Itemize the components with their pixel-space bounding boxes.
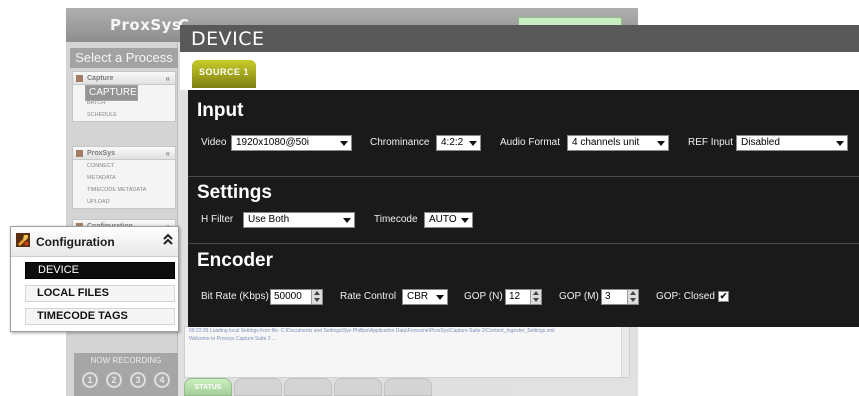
gop-n-value: 12 <box>509 291 521 302</box>
chrominance-value: 4:2:2 <box>441 137 464 148</box>
chevron-down-icon <box>343 218 351 223</box>
capture-panel: Capture CAPTURE PLAYBACK BATCH SCHEDULE <box>72 71 176 122</box>
configuration-panel: Configuration DEVICE LOCAL FILES TIMECOD… <box>10 226 179 332</box>
chevron-down-icon <box>340 141 348 146</box>
chrominance-label: Chrominance <box>370 137 430 148</box>
tab-status[interactable]: STATUS <box>184 378 232 396</box>
now-recording-label: NOW RECORDING <box>90 356 162 365</box>
tab-bottom-4[interactable] <box>334 378 382 396</box>
rate-control-value: CBR <box>407 291 429 302</box>
settings-section: Settings H Filter Use Both Timecode AUTO <box>188 176 859 243</box>
gop-closed-label: GOP: Closed <box>656 291 715 302</box>
sidebar-item-capture[interactable]: CAPTURE <box>85 85 138 101</box>
chevron-down-icon <box>469 141 477 146</box>
device-title-bar: DEVICE <box>180 25 859 52</box>
encoder-section: Encoder Bit Rate (Kbps) 50000 Rate Contr… <box>188 243 859 327</box>
config-item-local-files[interactable]: LOCAL FILES <box>25 285 175 302</box>
device-dialog: DEVICE SOURCE 1 Input Video 1920x1080@50… <box>180 25 859 327</box>
now-recording-panel: NOW RECORDING 1 2 3 4 <box>74 353 178 396</box>
input-heading: Input <box>197 100 244 121</box>
chevron-down-icon <box>836 141 844 146</box>
arrow-down-icon <box>533 298 539 302</box>
gop-n-stepper[interactable]: 12 <box>505 289 542 305</box>
h-filter-label: H Filter <box>201 214 234 225</box>
audio-format-select[interactable]: 4 channels unit <box>567 135 669 151</box>
log-scrollbar[interactable] <box>621 327 629 377</box>
select-process-title: Select a Process <box>70 48 178 68</box>
tab-source-1[interactable]: SOURCE 1 <box>192 60 256 88</box>
arrow-up-icon <box>533 291 539 295</box>
app-logo: ProxSys <box>110 16 182 34</box>
log-line: 09:22:29 Loading local Settings from fil… <box>189 328 555 334</box>
ref-input-select[interactable]: Disabled <box>736 135 848 151</box>
log-line: Welcome to Proxsys Capture Suite 2 ... <box>189 336 277 342</box>
gop-n-spin-buttons[interactable] <box>530 290 541 304</box>
config-item-timecode-tags[interactable]: TIMECODE TAGS <box>25 308 175 325</box>
collapse-icon[interactable] <box>163 233 173 248</box>
capture-panel-header[interactable]: Capture <box>73 72 175 85</box>
bit-rate-stepper[interactable]: 50000 <box>270 289 323 305</box>
chevron-down-icon <box>461 218 469 223</box>
recording-slot-1[interactable]: 1 <box>82 372 98 388</box>
sidebar-item-timecode-metadata[interactable]: TIMECODE METADATA <box>73 184 175 196</box>
config-item-device[interactable]: DEVICE <box>25 262 175 279</box>
bit-rate-value: 50000 <box>274 291 302 302</box>
status-log: 09:22:29 Loading local Settings from fil… <box>184 326 630 378</box>
arrow-up-icon <box>314 291 320 295</box>
bit-rate-label: Bit Rate (Kbps) <box>201 291 269 302</box>
tab-bottom-5[interactable] <box>384 378 432 396</box>
audio-format-value: 4 channels unit <box>572 137 640 148</box>
arrow-down-icon <box>630 298 636 302</box>
gop-m-spin-buttons[interactable] <box>627 290 638 304</box>
gop-n-label: GOP (N) <box>464 291 503 302</box>
audio-format-label: Audio Format <box>500 137 561 148</box>
screenshot-stage: ProxSys C Select a Process Capture CAPTU… <box>0 0 859 396</box>
device-title: DEVICE <box>191 28 265 50</box>
video-value: 1920x1080@50i <box>236 137 309 148</box>
sidebar-item-upload[interactable]: UPLOAD <box>73 196 175 208</box>
double-chevron-up-icon <box>163 233 173 245</box>
input-section: Input Video 1920x1080@50i Chrominance 4:… <box>188 90 859 176</box>
chevron-down-icon <box>657 141 665 146</box>
timecode-label: Timecode <box>374 214 418 225</box>
gop-m-stepper[interactable]: 3 <box>601 289 639 305</box>
chevron-down-icon <box>436 295 444 300</box>
chrominance-select[interactable]: 4:2:2 <box>436 135 481 151</box>
tab-bottom-2[interactable] <box>234 378 282 396</box>
arrow-up-icon <box>630 291 636 295</box>
h-filter-select[interactable]: Use Both <box>243 212 355 228</box>
configuration-title: Configuration <box>36 235 115 249</box>
arrow-down-icon <box>314 298 320 302</box>
settings-heading: Settings <box>197 182 272 203</box>
tab-bottom-3[interactable] <box>284 378 332 396</box>
ref-input-value: Disabled <box>741 137 780 148</box>
gop-closed-checkbox[interactable]: ✔ <box>718 291 729 302</box>
sidebar-item-schedule[interactable]: SCHEDULE <box>73 109 175 121</box>
recording-slot-2[interactable]: 2 <box>106 372 122 388</box>
bit-rate-spin-buttons[interactable] <box>311 290 322 304</box>
h-filter-value: Use Both <box>248 214 290 225</box>
sidebar-item-metadata[interactable]: METADATA <box>73 172 175 184</box>
gop-m-value: 3 <box>605 291 611 302</box>
source-tab-bar <box>180 52 859 90</box>
timecode-value: AUTO <box>429 214 457 225</box>
recording-slot-3[interactable]: 3 <box>130 372 146 388</box>
timecode-select[interactable]: AUTO <box>424 212 473 228</box>
proxsys-panel-header[interactable]: ProxSys <box>73 147 175 160</box>
sidebar-item-connect[interactable]: CONNECT <box>73 160 175 172</box>
video-label: Video <box>201 137 227 148</box>
gop-m-label: GOP (M) <box>559 291 599 302</box>
configuration-tools-icon <box>16 233 30 247</box>
recording-slot-4[interactable]: 4 <box>154 372 170 388</box>
proxsys-panel: ProxSys CONNECT METADATA TIMECODE METADA… <box>72 146 176 209</box>
configuration-header[interactable]: Configuration <box>11 227 178 257</box>
encoder-heading: Encoder <box>197 250 274 271</box>
ref-input-label: REF Input <box>688 137 734 148</box>
rate-control-label: Rate Control <box>340 291 397 302</box>
video-select[interactable]: 1920x1080@50i <box>231 135 352 151</box>
rate-control-select[interactable]: CBR <box>402 289 448 305</box>
